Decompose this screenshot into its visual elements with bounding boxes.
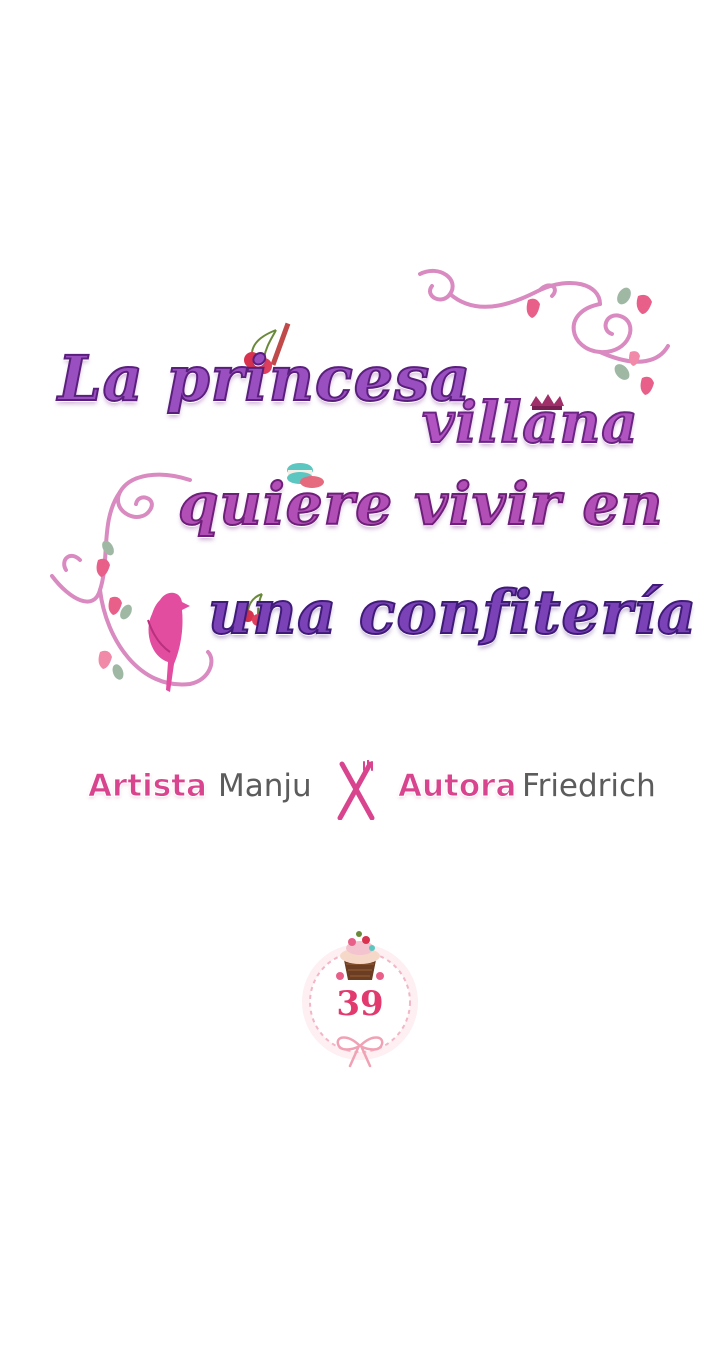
title-line-3: quiere vivir en <box>177 469 664 539</box>
title-line-4: una confitería <box>207 577 697 649</box>
strawberry-icon <box>526 287 654 395</box>
chapter-number: 39 <box>336 984 384 1024</box>
chapter-badge: 39 <box>296 918 424 1074</box>
fork-knife-icon <box>337 760 375 820</box>
title-artwork: La princesa villana quiere vivir en una … <box>40 260 697 700</box>
author-name: Friedrich <box>522 768 656 804</box>
artist-role-label: Artista <box>88 768 208 805</box>
chapter-cover-page: La princesa villana quiere vivir en una … <box>0 0 720 1353</box>
credits-row: Artista Manju Autora Friedrich <box>88 760 668 820</box>
author-role-label: Autora <box>397 768 517 805</box>
title-line-2: villana <box>421 389 639 457</box>
title-line-1: La princesa <box>57 341 472 416</box>
artist-name: Manju <box>218 768 312 804</box>
